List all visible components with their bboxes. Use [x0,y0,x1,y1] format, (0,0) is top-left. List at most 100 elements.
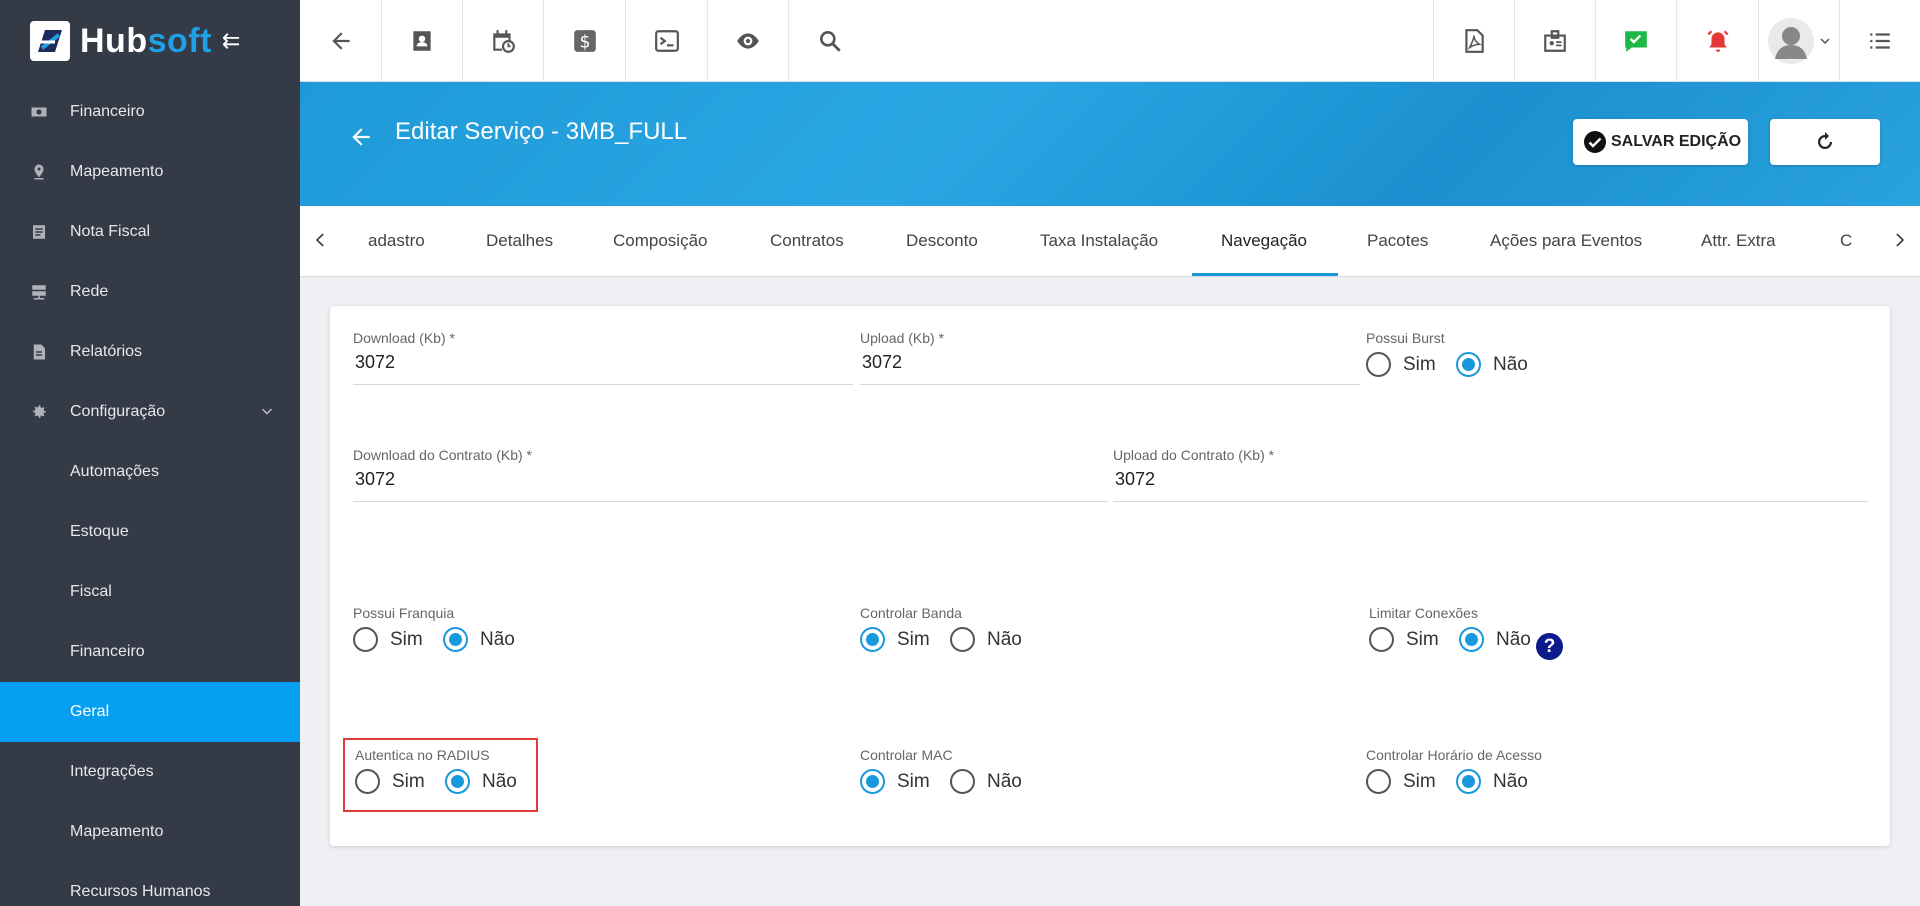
controlar-banda-label: Controlar Banda [860,605,962,621]
sidebar-item-nota-fiscal[interactable]: Nota Fiscal [0,202,300,262]
controlar-mac-label: Controlar MAC [860,747,953,763]
pdf-button[interactable] [1433,0,1514,82]
sidebar-subitem-financeiro[interactable]: Financeiro [0,622,300,682]
tab-taxa-instalacao[interactable]: Taxa Instalação [1040,206,1158,276]
sidebar-item-label: Integrações [70,763,154,780]
possui-burst-nao-radio[interactable]: Não [1456,352,1528,377]
sidebar-item-label: Fiscal [70,583,112,600]
tab-desconto[interactable]: Desconto [906,206,978,276]
search-button[interactable] [789,0,871,82]
contact-card-icon [413,31,431,51]
limitar-conexoes-sim-radio[interactable]: Sim [1369,627,1439,652]
map-pin-icon [30,163,48,181]
sidebar-subitem-mapeamento[interactable]: Mapeamento [0,802,300,862]
sidebar-item-label: Financeiro [70,103,145,120]
download-contrato-underline [353,501,1108,502]
check-circle-icon [1584,131,1606,153]
sidebar-item-label: Automações [70,463,159,480]
controlar-banda-nao-radio[interactable]: Não [950,627,1022,652]
possui-franquia-group: Possui Franquia Sim Não [353,605,515,652]
sidebar-subitem-integracoes[interactable]: Integrações [0,742,300,802]
sidebar-item-financeiro[interactable]: Financeiro [0,82,300,142]
limitar-conexoes-help-icon[interactable]: ? [1536,633,1563,660]
download-contrato-input[interactable]: 3072 [355,469,395,490]
tabs-scroll-left[interactable] [310,230,330,255]
tab-acoes-eventos[interactable]: Ações para Eventos [1490,206,1642,276]
download-label: Download (Kb) * [353,330,455,346]
alarm-button[interactable] [1676,0,1758,82]
page-back-button[interactable] [348,124,374,155]
badge-button[interactable] [1514,0,1595,82]
navigation-form-card [330,306,1890,846]
sidebar-subitem-fiscal[interactable]: Fiscal [0,562,300,622]
controlar-horario-nao-radio[interactable]: Não [1456,769,1528,794]
back-button[interactable] [300,0,382,82]
chevron-left-icon [315,233,324,247]
collapse-sidebar-icon[interactable]: ⇇ [222,28,240,54]
upload-field: Upload (Kb) * 3072 [860,330,1360,385]
tab-cadastro[interactable]: adastro [368,206,425,276]
terminal-icon [654,30,679,52]
sidebar-item-mapeamento[interactable]: Mapeamento [0,142,300,202]
tab-c[interactable]: C [1840,206,1852,276]
arrow-left-icon [352,128,370,146]
tab-pacotes[interactable]: Pacotes [1367,206,1428,276]
sidebar: Hubsoft ⇇ Financeiro Mapeamento Nota Fis… [0,0,300,906]
page-title: Editar Serviço - 3MB_FULL [395,118,688,145]
tasks-button[interactable] [1595,0,1676,82]
possui-franquia-sim-radio[interactable]: Sim [353,627,423,652]
upload-contrato-underline [1113,501,1868,502]
finance-button[interactable]: $ [544,0,626,82]
highlight-annotation [343,738,538,812]
user-menu-button[interactable] [1758,0,1839,82]
sidebar-item-relatorios[interactable]: Relatórios [0,322,300,382]
id-badge-icon [1544,30,1566,52]
upload-input[interactable]: 3072 [862,352,902,373]
refresh-button[interactable] [1770,119,1880,165]
controlar-horario-label: Controlar Horário de Acesso [1366,747,1542,763]
sidebar-item-configuracao[interactable]: Configuração [0,382,300,442]
view-button[interactable] [708,0,789,82]
sidebar-subitem-geral[interactable]: Geral [0,682,300,742]
menu-list-button[interactable] [1839,0,1920,82]
tab-composicao[interactable]: Composição [613,206,708,276]
tab-bar: adastro Detalhes Composição Contratos De… [300,206,1920,277]
tab-attr-extra[interactable]: Attr. Extra [1701,206,1776,276]
sidebar-subitem-automacoes[interactable]: Automações [0,442,300,502]
download-contrato-label: Download do Contrato (Kb) * [353,447,532,463]
chevron-down-icon [1820,38,1830,45]
contact-card-button[interactable] [382,0,463,82]
calendar-clock-icon [493,30,515,53]
controlar-mac-group: Controlar MAC Sim Não [860,747,1022,794]
save-edit-button[interactable]: SALVAR EDIÇÃO [1573,119,1748,165]
possui-franquia-nao-radio[interactable]: Não [443,627,515,652]
gear-icon [30,403,48,421]
sidebar-subitem-recursos-humanos[interactable]: Recursos Humanos [0,862,300,906]
tab-contratos[interactable]: Contratos [770,206,844,276]
sidebar-subitem-estoque[interactable]: Estoque [0,502,300,562]
dollar-icon: $ [573,30,596,53]
limitar-conexoes-nao-radio[interactable]: Não [1459,627,1531,652]
tab-navegacao[interactable]: Navegação [1221,206,1307,276]
chevron-right-icon [1896,233,1905,247]
controlar-mac-sim-radio[interactable]: Sim [860,769,930,794]
refresh-icon [1818,132,1832,149]
brand-name: Hubsoft [80,21,212,60]
controlar-banda-sim-radio[interactable]: Sim [860,627,930,652]
download-contrato-field: Download do Contrato (Kb) * 3072 [353,447,1108,502]
server-icon [30,283,48,301]
upload-underline [860,384,1360,385]
upload-contrato-input[interactable]: 3072 [1115,469,1155,490]
sidebar-item-rede[interactable]: Rede [0,262,300,322]
sidebar-item-label: Rede [70,283,109,300]
terminal-button[interactable] [626,0,708,82]
download-input[interactable]: 3072 [355,352,395,373]
tabs-scroll-right[interactable] [1890,230,1910,255]
calendar-clock-button[interactable] [463,0,544,82]
controlar-mac-nao-radio[interactable]: Não [950,769,1022,794]
controlar-horario-sim-radio[interactable]: Sim [1366,769,1436,794]
tab-detalhes[interactable]: Detalhes [486,206,553,276]
alarm-bell-icon [1706,30,1729,52]
svg-text:$: $ [579,33,590,53]
possui-burst-sim-radio[interactable]: Sim [1366,352,1436,377]
